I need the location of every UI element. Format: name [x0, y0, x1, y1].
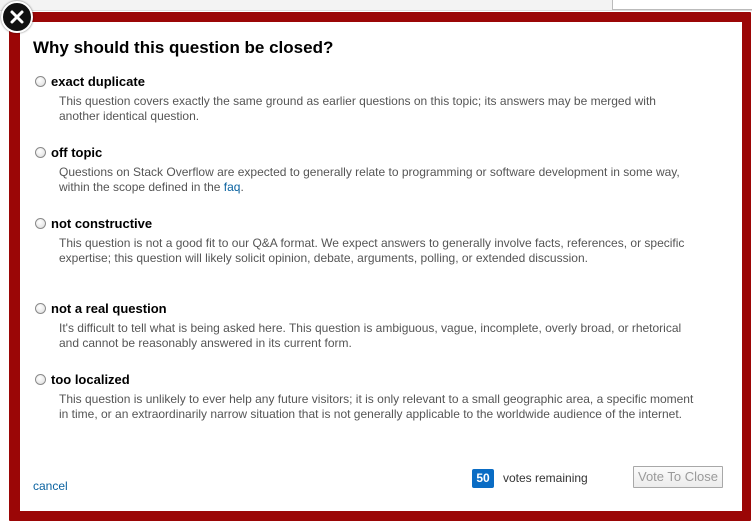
reason-description-end: . [240, 179, 244, 194]
radio-too-localized[interactable] [35, 373, 46, 385]
vote-to-close-button[interactable]: Vote To Close [633, 466, 723, 488]
radio-not-a-real-question[interactable] [35, 302, 46, 314]
close-question-dialog: Why should this question be closed? exac… [20, 22, 742, 511]
votes-remaining: 50 votes remaining [472, 467, 588, 489]
radio-not-constructive[interactable] [35, 217, 46, 229]
reason-off-topic[interactable]: off topic Questions on Stack Overflow ar… [33, 143, 713, 194]
reason-exact-duplicate[interactable]: exact duplicate This question covers exa… [33, 72, 713, 123]
close-icon [10, 10, 24, 24]
reason-label[interactable]: off topic [51, 145, 102, 160]
votes-count-badge: 50 [472, 468, 494, 488]
faq-link[interactable]: faq [224, 180, 241, 194]
close-dialog-button[interactable] [1, 1, 33, 33]
cancel-link[interactable]: cancel [33, 479, 68, 493]
reason-not-a-real-question[interactable]: not a real question It's difficult to te… [33, 299, 713, 350]
reason-not-constructive[interactable]: not constructive This question is not a … [33, 214, 713, 265]
reason-description-text: Questions on Stack Overflow are expected… [59, 165, 680, 194]
reason-description: Questions on Stack Overflow are expected… [59, 165, 699, 194]
reason-too-localized[interactable]: too localized This question is unlikely … [33, 370, 713, 421]
votes-remaining-label: votes remaining [503, 471, 588, 485]
reason-label[interactable]: not constructive [51, 216, 152, 231]
reason-description: It's difficult to tell what is being ask… [59, 321, 682, 350]
background-search-box [612, 0, 752, 10]
reason-description: This question covers exactly the same gr… [59, 94, 656, 123]
page: Why should this question be closed? exac… [0, 0, 752, 523]
radio-off-topic[interactable] [35, 146, 46, 158]
dialog-title: Why should this question be closed? [33, 38, 334, 57]
reason-description: This question is not a good fit to our Q… [59, 236, 685, 265]
reason-description: This question is unlikely to ever help a… [59, 392, 694, 421]
reason-label[interactable]: exact duplicate [51, 74, 145, 89]
reason-label[interactable]: too localized [51, 372, 130, 387]
radio-exact-duplicate[interactable] [35, 75, 46, 87]
reason-label[interactable]: not a real question [51, 301, 167, 316]
